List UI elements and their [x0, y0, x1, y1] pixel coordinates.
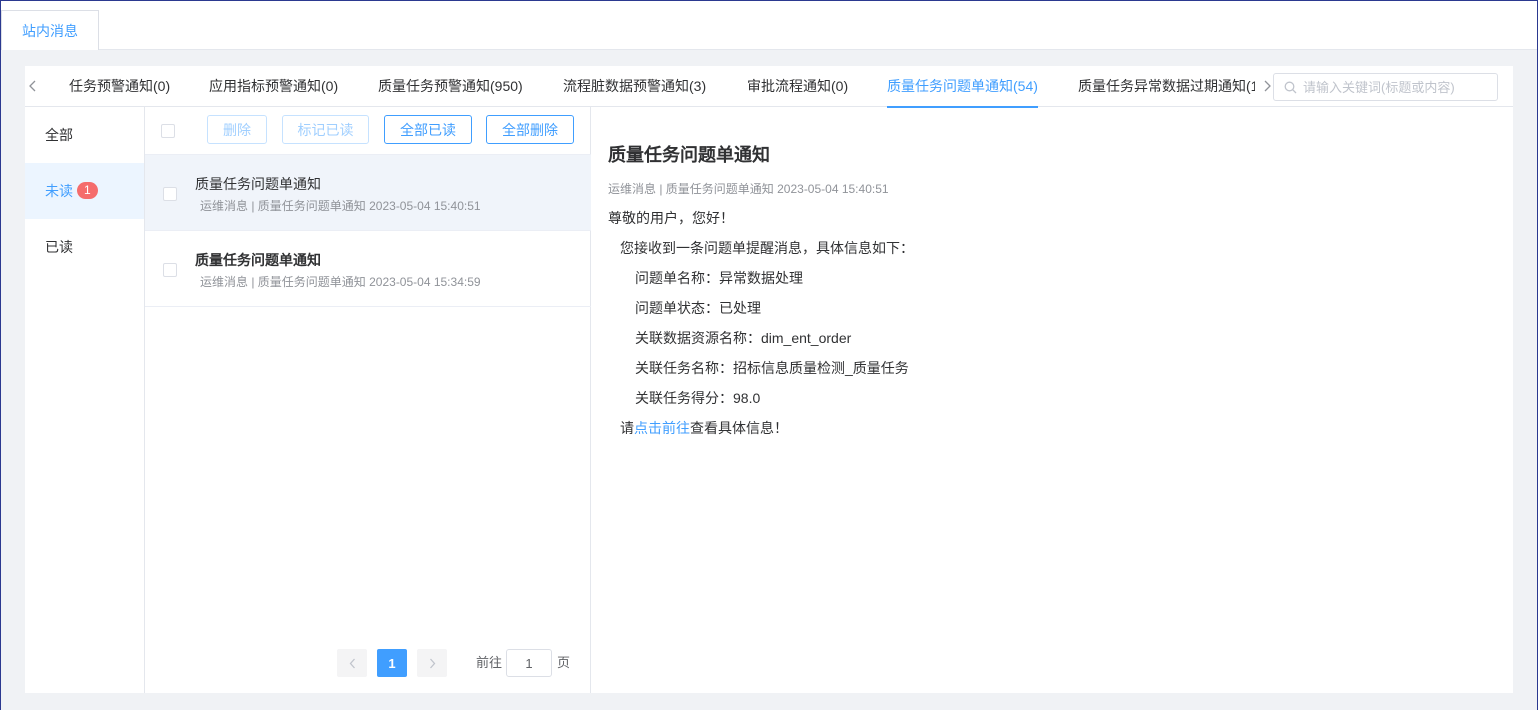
- detail-issue-name: 问题单名称：异常数据处理: [635, 270, 803, 286]
- message-list-pane: 删除 标记已读 全部已读 全部删除 质量任务问题单通知 运维消息 | 质量任务问…: [145, 107, 591, 693]
- menu-item-label: 全部: [45, 127, 73, 143]
- tab-dirty-data-warning[interactable]: 流程脏数据预警通知(3): [563, 66, 706, 107]
- detail-resource-name: 关联数据资源名称：dim_ent_order: [635, 330, 852, 346]
- delete-all-button[interactable]: 全部删除: [486, 115, 574, 144]
- filter-menu: 全部 未读 1 已读: [25, 107, 145, 693]
- message-meta: 运维消息 | 质量任务问题单通知 2023-05-04 15:40:51: [200, 199, 481, 213]
- page-number[interactable]: 1: [377, 649, 407, 677]
- message-center-card: 任务预警通知(0) 应用指标预警通知(0) 质量任务预警通知(950) 流程脏数…: [25, 66, 1513, 693]
- goto-link[interactable]: 点击前往: [634, 420, 690, 436]
- menu-item-unread[interactable]: 未读 1: [25, 163, 144, 219]
- menu-item-read[interactable]: 已读: [25, 219, 144, 275]
- tab-task-warning[interactable]: 任务预警通知(0): [69, 66, 170, 107]
- tab-quality-data-expired[interactable]: 质量任务异常数据过期通知(1): [1078, 66, 1255, 107]
- chevron-right-icon: [429, 658, 435, 668]
- tab-app-metric-warning[interactable]: 应用指标预警通知(0): [209, 66, 338, 107]
- mark-read-button[interactable]: 标记已读: [282, 115, 369, 144]
- category-tabs: 任务预警通知(0) 应用指标预警通知(0) 质量任务预警通知(950) 流程脏数…: [25, 66, 1513, 108]
- message-meta: 运维消息 | 质量任务问题单通知 2023-05-04 15:34:59: [200, 275, 481, 289]
- item-checkbox[interactable]: [163, 187, 177, 201]
- list-item[interactable]: 质量任务问题单通知 运维消息 | 质量任务问题单通知 2023-05-04 15…: [145, 155, 591, 231]
- tab-approval-flow[interactable]: 审批流程通知(0): [747, 66, 848, 107]
- delete-button[interactable]: 删除: [207, 115, 267, 144]
- footer-prefix: 请: [620, 420, 634, 436]
- search-icon: [1284, 81, 1297, 93]
- search-box: [1273, 73, 1498, 101]
- pagination: 1 前往 页: [337, 649, 587, 677]
- detail-greeting: 尊敬的用户，您好！: [608, 210, 734, 226]
- goto-page-input[interactable]: [506, 649, 552, 677]
- footer-suffix: 查看具体信息！: [690, 420, 788, 436]
- tab-quality-task-warning[interactable]: 质量任务预警通知(950): [378, 66, 523, 107]
- search-input[interactable]: [1303, 79, 1493, 95]
- detail-task-name: 关联任务名称：招标信息质量检测_质量任务: [635, 360, 909, 376]
- mark-all-read-button[interactable]: 全部已读: [384, 115, 472, 144]
- message-title: 质量任务问题单通知: [195, 252, 321, 268]
- detail-intro: 您接收到一条问题单提醒消息，具体信息如下：: [620, 240, 914, 256]
- menu-item-label: 未读: [45, 183, 73, 199]
- tab-overflow-clip: 质量任务异常数据过期通知(1): [1077, 66, 1255, 107]
- menu-item-all[interactable]: 全部: [25, 107, 144, 163]
- unread-count-badge: 1: [77, 182, 98, 199]
- page-suffix: 页: [557, 655, 571, 670]
- next-page-button[interactable]: [417, 649, 447, 677]
- tab-quality-issue[interactable]: 质量任务问题单通知(54): [887, 66, 1038, 108]
- list-item[interactable]: 质量任务问题单通知 运维消息 | 质量任务问题单通知 2023-05-04 15…: [145, 231, 591, 307]
- item-checkbox[interactable]: [163, 263, 177, 277]
- menu-item-label: 已读: [45, 239, 73, 255]
- detail-meta: 运维消息 | 质量任务问题单通知 2023-05-04 15:40:51: [608, 182, 889, 196]
- detail-task-score: 关联任务得分：98.0: [635, 390, 761, 406]
- select-all-checkbox[interactable]: [161, 124, 175, 138]
- list-toolbar: 删除 标记已读 全部已读 全部删除: [145, 107, 591, 155]
- message-detail: 质量任务问题单通知 运维消息 | 质量任务问题单通知 2023-05-04 15…: [592, 107, 1513, 693]
- message-title: 质量任务问题单通知: [195, 176, 321, 192]
- detail-issue-status: 问题单状态：已处理: [635, 300, 761, 316]
- detail-title: 质量任务问题单通知: [608, 145, 770, 165]
- prev-page-button[interactable]: [337, 649, 367, 677]
- detail-footer: 请点击前往查看具体信息！: [620, 418, 788, 438]
- tab-site-messages[interactable]: 站内消息: [1, 10, 99, 50]
- chevron-left-icon[interactable]: [25, 76, 41, 96]
- top-bar: 站内消息: [1, 1, 1537, 50]
- goto-label: 前往: [476, 655, 503, 670]
- chevron-left-icon: [349, 658, 355, 668]
